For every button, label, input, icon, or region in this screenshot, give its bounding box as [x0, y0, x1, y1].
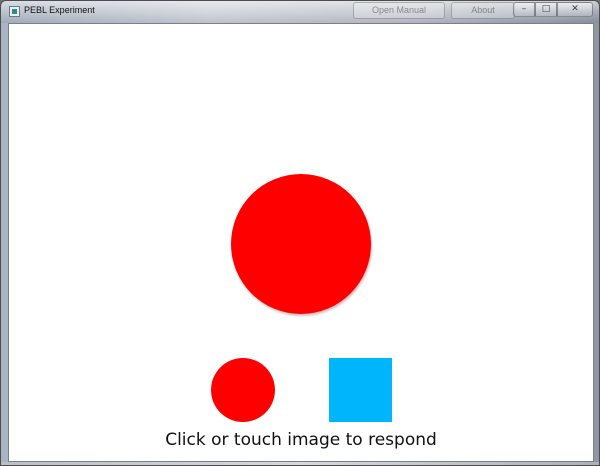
- instruction-text: Click or touch image to respond: [165, 430, 437, 450]
- target-red-circle: [231, 174, 371, 314]
- app-icon[interactable]: [9, 6, 20, 17]
- choice-red-circle[interactable]: [211, 358, 275, 422]
- window-controls: – □ ✕: [513, 2, 593, 17]
- experiment-canvas: Click or touch image to respond: [8, 23, 594, 462]
- choice-blue-square[interactable]: [329, 358, 392, 422]
- window-title: PEBL Experiment: [24, 5, 95, 15]
- maximize-button[interactable]: □: [535, 2, 557, 17]
- title-bar[interactable]: PEBL Experiment Open Manual About – □ ✕: [1, 1, 599, 23]
- close-button[interactable]: ✕: [557, 2, 593, 17]
- window-bottom-border: [1, 462, 599, 465]
- background-open-manual-button: Open Manual: [353, 2, 445, 19]
- pebl-window: PEBL Experiment Open Manual About – □ ✕ …: [0, 0, 600, 466]
- minimize-button[interactable]: –: [513, 2, 535, 17]
- background-about-button: About: [451, 2, 515, 19]
